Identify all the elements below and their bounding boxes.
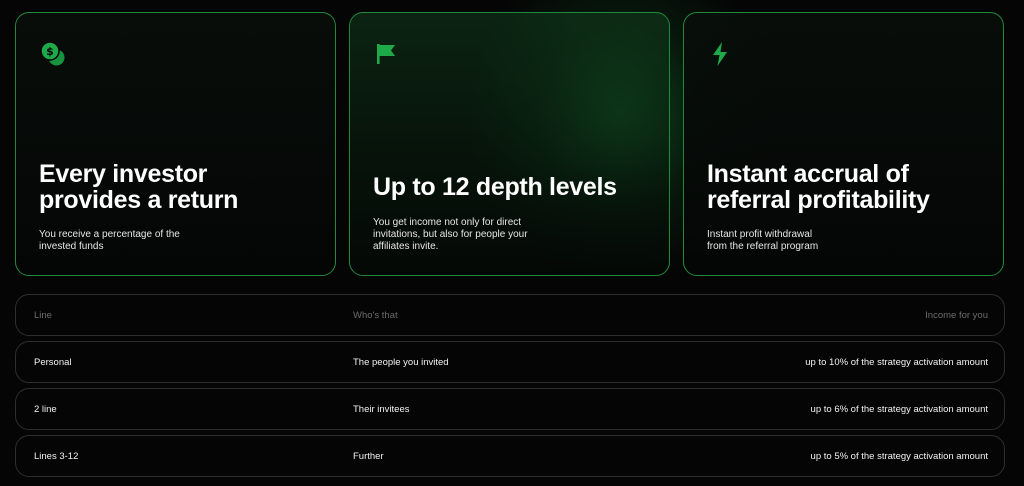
lightning-icon [708, 41, 734, 67]
card-description: You receive a percentage of the invested… [39, 229, 180, 252]
svg-text:$: $ [46, 45, 54, 58]
table-header-row: Line Who's that Income for you [15, 294, 1005, 336]
column-header-who: Who's that [353, 310, 398, 321]
dollar-coins-icon: $ [40, 41, 66, 67]
cell-income: up to 5% of the strategy activation amou… [810, 451, 988, 462]
cell-who: Their invitees [353, 404, 410, 415]
cell-line: Lines 3-12 [34, 451, 79, 462]
feature-card-return: $ Every investor provides a return You r… [15, 12, 336, 276]
feature-card-depth-levels: Up to 12 depth levels You get income not… [349, 12, 670, 276]
feature-card-instant-accrual: Instant accrual of referral profitabilit… [683, 12, 1004, 276]
cell-who: The people you invited [353, 357, 449, 368]
column-header-line: Line [34, 310, 52, 321]
card-title: Instant accrual of referral profitabilit… [707, 160, 930, 214]
feature-cards: $ Every investor provides a return You r… [15, 12, 1006, 277]
cell-line: 2 line [34, 404, 57, 415]
flag-icon [374, 41, 400, 67]
column-header-income: Income for you [925, 310, 988, 321]
card-description: You get income not only for direct invit… [373, 217, 528, 252]
cell-line: Personal [34, 357, 72, 368]
card-description: Instant profit withdrawal from the refer… [707, 229, 819, 252]
table-row: 2 line Their invitees up to 6% of the st… [15, 388, 1005, 430]
table-row: Personal The people you invited up to 10… [15, 341, 1005, 383]
cell-who: Further [353, 451, 384, 462]
table-row: Lines 3-12 Further up to 5% of the strat… [15, 435, 1005, 477]
cell-income: up to 10% of the strategy activation amo… [805, 357, 988, 368]
card-title: Every investor provides a return [39, 160, 239, 214]
card-title: Up to 12 depth levels [373, 173, 617, 201]
cell-income: up to 6% of the strategy activation amou… [810, 404, 988, 415]
